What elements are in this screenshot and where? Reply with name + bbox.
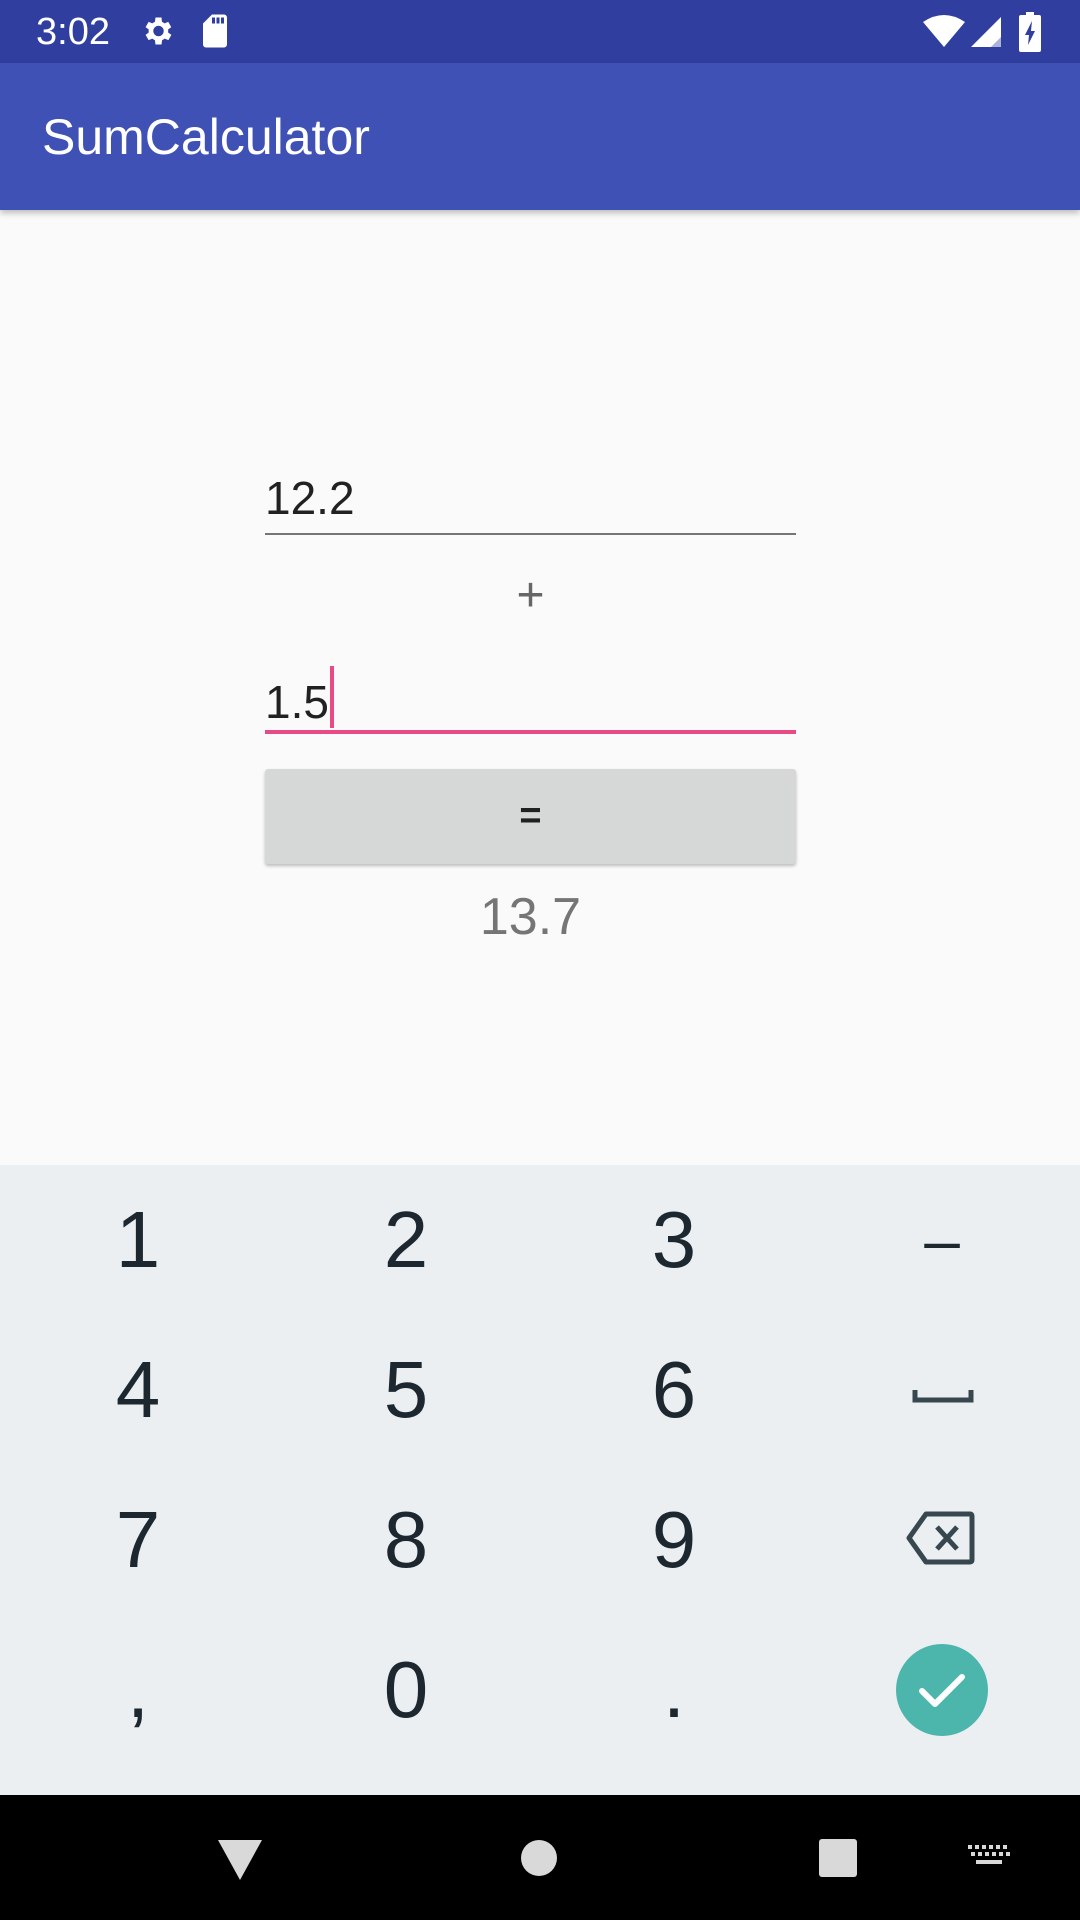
key-minus[interactable]: –: [808, 1165, 1076, 1315]
keyboard-switch-icon[interactable]: [968, 1845, 1010, 1871]
key-comma[interactable]: ,: [4, 1615, 272, 1765]
key-6[interactable]: 6: [540, 1315, 808, 1465]
key-2[interactable]: 2: [272, 1165, 540, 1315]
signal-icon: [969, 14, 1003, 53]
key-period[interactable]: .: [540, 1615, 808, 1765]
status-time: 3:02: [36, 11, 110, 53]
backspace-icon: [906, 1511, 975, 1565]
app-title: SumCalculator: [42, 109, 370, 165]
key-3[interactable]: 3: [540, 1165, 808, 1315]
gear-icon: [139, 13, 175, 54]
wifi-icon: [922, 14, 966, 53]
result-text: 13.7: [479, 888, 582, 946]
numeric-keyboard: 1 2 3 – 4 5 6 7 8 9 , 0 .: [0, 1165, 1080, 1795]
sd-card-icon: [199, 13, 231, 54]
second-number-value: 1.5: [265, 676, 329, 728]
key-done[interactable]: [808, 1615, 1076, 1765]
key-9[interactable]: 9: [540, 1465, 808, 1615]
second-number-wrap: 1.5: [265, 666, 334, 730]
key-backspace[interactable]: [808, 1465, 1076, 1615]
plus-operator: +: [516, 569, 545, 622]
equals-button[interactable]: =: [265, 769, 796, 864]
first-number-underline: [265, 533, 796, 535]
checkmark-icon: [896, 1644, 988, 1736]
key-8-label: 8: [383, 1495, 429, 1584]
space-bar-icon: [912, 1390, 974, 1403]
back-icon[interactable]: [217, 1839, 263, 1881]
key-space[interactable]: [808, 1315, 1076, 1465]
battery-charging-icon: [1019, 12, 1041, 57]
key-7-label: 7: [115, 1495, 161, 1584]
key-5[interactable]: 5: [272, 1315, 540, 1465]
home-icon[interactable]: [520, 1839, 558, 1877]
key-1[interactable]: 1: [4, 1165, 272, 1315]
key-4-label: 4: [115, 1345, 161, 1434]
key-5-label: 5: [383, 1345, 429, 1434]
key-2-label: 2: [383, 1195, 429, 1284]
app-bar: SumCalculator: [0, 63, 1080, 210]
key-minus-label: –: [924, 1204, 960, 1276]
key-comma-label: ,: [126, 1645, 150, 1734]
key-7[interactable]: 7: [4, 1465, 272, 1615]
second-number-underline: [265, 730, 796, 734]
key-1-label: 1: [115, 1195, 161, 1284]
second-number-field[interactable]: 1.5: [265, 660, 796, 736]
status-bar: 3:02: [0, 0, 1080, 63]
key-4[interactable]: 4: [4, 1315, 272, 1465]
first-number-field[interactable]: 12.2: [265, 466, 796, 538]
key-period-label: .: [662, 1645, 686, 1734]
recents-icon[interactable]: [818, 1838, 858, 1878]
first-number-value: 12.2: [265, 472, 355, 524]
text-cursor: [329, 666, 334, 728]
navigation-bar: [0, 1795, 1080, 1920]
key-0[interactable]: 0: [272, 1615, 540, 1765]
key-0-label: 0: [383, 1645, 429, 1734]
key-8[interactable]: 8: [272, 1465, 540, 1615]
key-6-label: 6: [651, 1345, 697, 1434]
key-3-label: 3: [651, 1195, 697, 1284]
key-9-label: 9: [651, 1495, 697, 1584]
